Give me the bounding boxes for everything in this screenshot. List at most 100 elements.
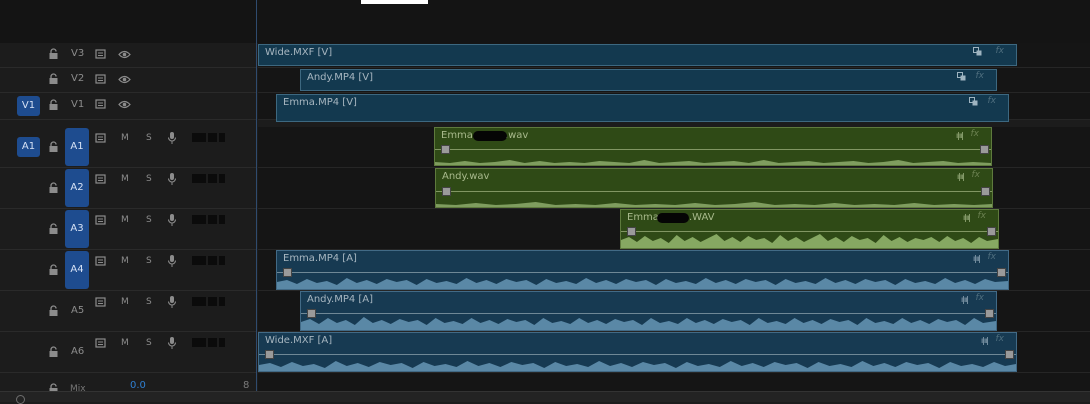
eye-icon[interactable] [118,100,131,109]
mute-button[interactable]: M [121,297,129,307]
clip-wide-video[interactable]: Wide.MXF [V] fx [258,44,1017,66]
microphone-icon[interactable] [167,295,177,309]
track-lane-mix [258,373,1090,392]
waveform-icon: ı|ıı| [980,336,989,345]
track-header-mix [0,373,257,392]
clip-name: Emma.MP4 [A] [283,253,357,264]
track-target-a1[interactable]: A1 [65,128,89,166]
sync-lock-icon[interactable] [95,74,107,85]
microphone-icon[interactable] [167,336,177,350]
source-patch-v1[interactable]: V1 [17,96,40,116]
solo-button[interactable]: S [146,174,152,184]
waveform-icon: ı|ıı| [960,295,969,304]
track-target-a4[interactable]: A4 [65,251,89,289]
mute-button[interactable]: M [121,215,129,225]
time-ruler[interactable] [0,0,1090,43]
audio-waveform [435,160,991,165]
audio-waveform [259,361,1016,371]
clip-name: Wide.MXF [A] [265,335,333,346]
eye-icon[interactable] [118,75,131,84]
clip-emma-audio[interactable]: Emma.MP4 [A] ı|ıı| fx [276,250,1009,290]
clip-andy-video[interactable]: Andy.MP4 [V] fx [300,69,997,91]
solo-button[interactable]: S [146,297,152,307]
microphone-icon[interactable] [167,213,177,227]
clip-emma-wav[interactable]: Emma .wav ı|ıı| fx [434,127,992,166]
track-meter-a4 [192,256,225,265]
volume-rubberband[interactable] [277,272,1008,273]
microphone-icon[interactable] [167,172,177,186]
sync-lock-icon[interactable] [95,49,107,60]
track-name-v3[interactable]: V3 [71,48,84,59]
sync-lock-icon[interactable] [95,338,107,349]
sync-lock-icon[interactable] [95,99,107,110]
lock-icon[interactable] [48,48,59,60]
solo-button[interactable]: S [146,133,152,143]
fx-badge[interactable]: fx [996,46,1005,56]
link-icon [973,47,982,56]
keyframe-handle[interactable] [981,187,990,196]
track-name-a5[interactable]: A5 [71,305,84,316]
waveform-icon: ı|ıı| [956,172,965,181]
fx-badge[interactable]: fx [972,170,981,180]
mute-button[interactable]: M [121,133,129,143]
horizontal-scrollbar[interactable] [0,391,1090,404]
track-target-a3[interactable]: A3 [65,210,89,248]
sync-lock-icon[interactable] [95,174,107,185]
volume-rubberband[interactable] [301,313,996,314]
clip-name: Andy.wav [442,171,490,182]
sync-lock-icon[interactable] [95,297,107,308]
lock-icon[interactable] [48,182,59,194]
keyframe-handle[interactable] [442,187,451,196]
lock-icon[interactable] [48,346,59,358]
solo-button[interactable]: S [146,256,152,266]
lock-icon[interactable] [48,73,59,85]
lock-icon[interactable] [48,383,59,391]
track-name-a6[interactable]: A6 [71,346,84,357]
playhead-line[interactable] [256,0,257,391]
redaction [657,213,689,223]
fx-badge[interactable]: fx [988,252,997,262]
fx-badge[interactable]: fx [978,211,987,221]
sync-lock-icon[interactable] [95,215,107,226]
clip-name: Andy.MP4 [V] [307,72,374,83]
clip-name: Emma.MP4 [V] [283,97,357,108]
source-patch-a1[interactable]: A1 [17,137,40,157]
clip-andy-wav[interactable]: Andy.wav ı|ıı| fx [435,168,993,208]
lock-icon[interactable] [48,223,59,235]
fx-badge[interactable]: fx [976,293,985,303]
sync-lock-icon[interactable] [95,256,107,267]
clip-emma-video[interactable]: Emma.MP4 [V] fx [276,94,1009,122]
sync-lock-icon[interactable] [95,133,107,144]
fx-badge[interactable]: fx [976,71,985,81]
eye-icon[interactable] [118,50,131,59]
waveform-icon: ı|ıı| [962,213,971,222]
lock-icon[interactable] [48,305,59,317]
microphone-icon[interactable] [167,254,177,268]
track-name-v2[interactable]: V2 [71,73,84,84]
link-icon [957,72,966,81]
zoom-handle[interactable] [16,395,25,404]
lock-icon[interactable] [48,99,59,111]
lock-icon[interactable] [48,141,59,153]
microphone-icon[interactable] [167,131,177,145]
lock-icon[interactable] [48,264,59,276]
fx-badge[interactable]: fx [988,96,997,106]
mute-button[interactable]: M [121,256,129,266]
track-name-v1[interactable]: V1 [71,99,84,110]
fx-badge[interactable]: fx [971,129,980,139]
track-target-a2[interactable]: A2 [65,169,89,207]
mute-button[interactable]: M [121,174,129,184]
clip-wide-audio[interactable]: Wide.MXF [A] ı|ıı| fx [258,332,1017,372]
volume-rubberband[interactable] [259,354,1016,355]
volume-rubberband[interactable] [435,149,991,150]
fx-badge[interactable]: fx [996,334,1005,344]
volume-rubberband[interactable] [436,191,992,192]
mix-volume-value[interactable]: 0.0 [130,380,146,391]
clip-andy-audio[interactable]: Andy.MP4 [A] ı|ıı| fx [300,291,997,331]
mute-button[interactable]: M [121,338,129,348]
clip-emma-wav-2[interactable]: Emma .WAV ı|ıı| fx [620,209,999,249]
solo-button[interactable]: S [146,338,152,348]
audio-waveform [301,317,996,330]
solo-button[interactable]: S [146,215,152,225]
work-area-marker[interactable] [361,0,428,4]
